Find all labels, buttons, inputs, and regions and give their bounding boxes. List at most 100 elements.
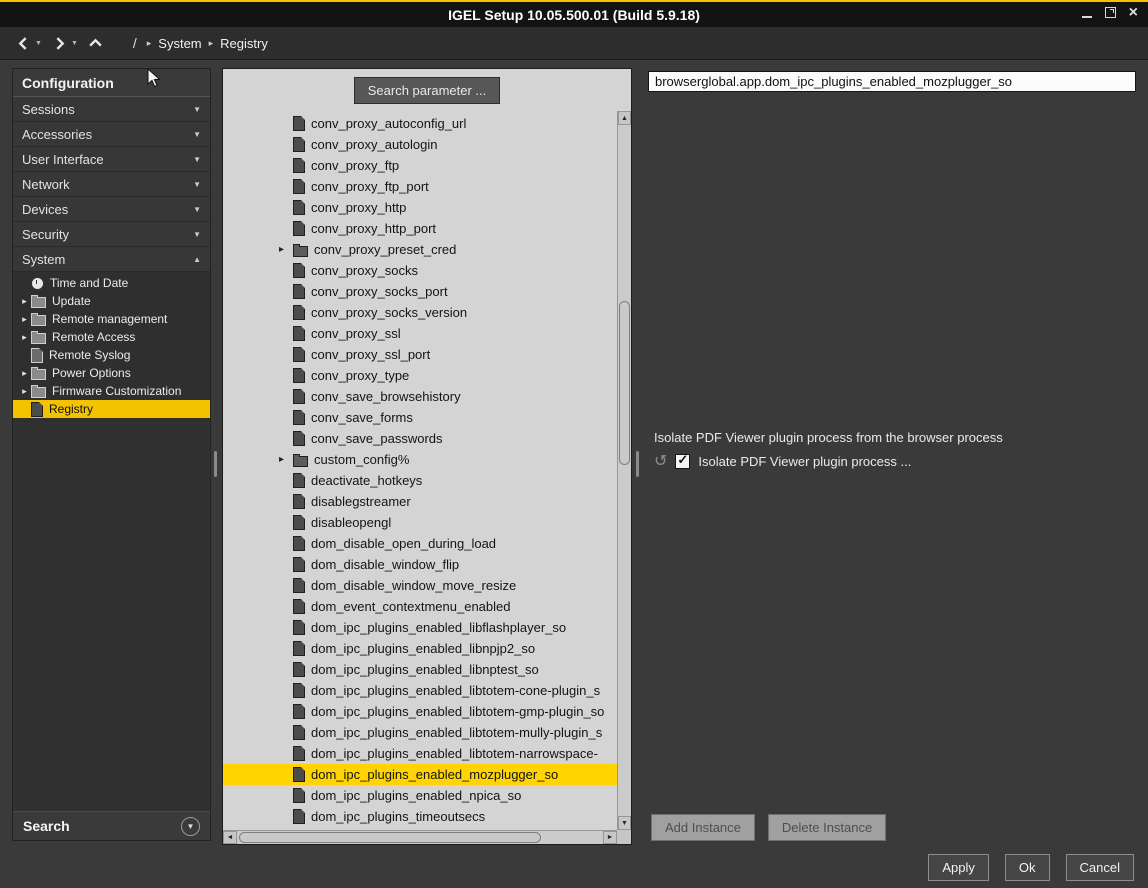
breadcrumb-item-registry[interactable]: Registry — [220, 36, 268, 51]
horizontal-scrollbar[interactable]: ◄ ► — [223, 830, 617, 844]
registry-item-conv-proxy-autoconfig-url[interactable]: conv_proxy_autoconfig_url — [223, 113, 617, 134]
registry-item-conv-proxy-socks-port[interactable]: conv_proxy_socks_port — [223, 281, 617, 302]
system-item-time-and-date[interactable]: Time and Date — [13, 274, 210, 292]
scroll-down-icon[interactable]: ▼ — [618, 816, 631, 830]
breadcrumb-item-system[interactable]: System — [158, 36, 201, 51]
registry-item-dom-ipc-plugins-enabled-libtotem-narrowspace[interactable]: dom_ipc_plugins_enabled_libtotem-narrows… — [223, 743, 617, 764]
registry-item-conv-proxy-http-port[interactable]: conv_proxy_http_port — [223, 218, 617, 239]
tree-item-label: conv_save_forms — [311, 410, 413, 425]
ok-button[interactable]: Ok — [1005, 854, 1050, 881]
registry-item-conv-save-passwords[interactable]: conv_save_passwords — [223, 428, 617, 449]
reset-to-default-icon[interactable]: ↺ — [654, 455, 667, 469]
chevron-down-icon: ▼ — [187, 822, 195, 831]
sidebar-item-devices[interactable]: Devices▼ — [13, 197, 210, 222]
registry-item-dom-ipc-plugins-timeoutsecs[interactable]: dom_ipc_plugins_timeoutsecs — [223, 806, 617, 827]
chevron-down-icon: ▼ — [193, 180, 201, 189]
system-item-firmware-customization[interactable]: ▸Firmware Customization — [13, 382, 210, 400]
minimize-icon[interactable] — [1082, 7, 1092, 18]
system-item-remote-syslog[interactable]: Remote Syslog — [13, 346, 210, 364]
sidebar-item-security[interactable]: Security▼ — [13, 222, 210, 247]
system-item-remote-access[interactable]: ▸Remote Access — [13, 328, 210, 346]
add-instance-button[interactable]: Add Instance — [651, 814, 755, 841]
splitter-handle[interactable] — [214, 451, 217, 477]
search-expand-button[interactable]: ▼ — [181, 817, 200, 836]
cancel-button[interactable]: Cancel — [1066, 854, 1134, 881]
restore-icon[interactable] — [1105, 7, 1116, 18]
vertical-scroll-thumb[interactable] — [619, 301, 630, 465]
registry-item-disableopengl[interactable]: disableopengl — [223, 512, 617, 533]
tree-item-label: Update — [52, 294, 91, 308]
registry-item-conv-save-forms[interactable]: conv_save_forms — [223, 407, 617, 428]
back-dropdown-icon[interactable]: ▼ — [35, 40, 42, 47]
registry-item-conv-save-browsehistory[interactable]: conv_save_browsehistory — [223, 386, 617, 407]
expand-arrow-icon[interactable]: ▸ — [18, 314, 31, 325]
registry-item-dom-ipc-plugins-enabled-libnpjp2-so[interactable]: dom_ipc_plugins_enabled_libnpjp2_so — [223, 638, 617, 659]
apply-button[interactable]: Apply — [928, 854, 989, 881]
back-button[interactable] — [16, 36, 31, 51]
registry-item-dom-ipc-plugins-enabled-libtotem-gmp-plugin-so[interactable]: dom_ipc_plugins_enabled_libtotem-gmp-plu… — [223, 701, 617, 722]
scroll-left-icon[interactable]: ◄ — [223, 831, 237, 844]
sidebar-splitter[interactable] — [212, 68, 220, 845]
sidebar-item-network[interactable]: Network▼ — [13, 172, 210, 197]
sidebar-item-accessories[interactable]: Accessories▼ — [13, 122, 210, 147]
scroll-up-icon[interactable]: ▲ — [618, 111, 631, 125]
expand-arrow-icon[interactable]: ▸ — [18, 296, 31, 307]
sidebar-item-system[interactable]: System▲ — [13, 247, 210, 272]
expand-arrow-icon[interactable]: ▸ — [279, 454, 293, 465]
scroll-right-icon[interactable]: ► — [603, 831, 617, 844]
close-icon[interactable]: × — [1129, 8, 1138, 18]
search-parameter-button[interactable]: Search parameter ... — [354, 77, 501, 104]
registry-item-dom-ipc-plugins-enabled-libflashplayer-so[interactable]: dom_ipc_plugins_enabled_libflashplayer_s… — [223, 617, 617, 638]
registry-item-conv-proxy-type[interactable]: conv_proxy_type — [223, 365, 617, 386]
tree-item-label: conv_proxy_type — [311, 368, 409, 383]
search-section-header[interactable]: Search ▼ — [13, 811, 210, 840]
registry-item-deactivate-hotkeys[interactable]: deactivate_hotkeys — [223, 470, 617, 491]
horizontal-scroll-thumb[interactable] — [239, 832, 541, 843]
isolate-checkbox[interactable] — [675, 454, 690, 469]
system-item-update[interactable]: ▸ Update — [13, 292, 210, 310]
tree-item-label: conv_proxy_socks_version — [311, 305, 467, 320]
registry-item-conv-proxy-http[interactable]: conv_proxy_http — [223, 197, 617, 218]
registry-item-dom-ipc-plugins-enabled-libtotem-mully-plugin-s[interactable]: dom_ipc_plugins_enabled_libtotem-mully-p… — [223, 722, 617, 743]
sidebar-item-user-interface[interactable]: User Interface▼ — [13, 147, 210, 172]
registry-item-dom-ipc-plugins-enabled-libtotem-cone-plugin-s[interactable]: dom_ipc_plugins_enabled_libtotem-cone-pl… — [223, 680, 617, 701]
registry-item-disablegstreamer[interactable]: disablegstreamer — [223, 491, 617, 512]
registry-item-dom-event-contextmenu-enabled[interactable]: dom_event_contextmenu_enabled — [223, 596, 617, 617]
forward-dropdown-icon[interactable]: ▼ — [71, 40, 78, 47]
expand-arrow-icon[interactable]: ▸ — [18, 332, 31, 343]
dialog-buttons: Apply Ok Cancel — [928, 854, 1134, 881]
system-item-registry[interactable]: Registry — [13, 400, 210, 418]
file-icon — [293, 389, 305, 404]
registry-item-dom-disable-window-move-resize[interactable]: dom_disable_window_move_resize — [223, 575, 617, 596]
registry-item-conv-proxy-ssl-port[interactable]: conv_proxy_ssl_port — [223, 344, 617, 365]
registry-item-conv-proxy-preset-cred[interactable]: ▸conv_proxy_preset_cred — [223, 239, 617, 260]
registry-item-conv-proxy-autologin[interactable]: conv_proxy_autologin — [223, 134, 617, 155]
registry-item-dom-ipc-plugins-enabled-libnptest-so[interactable]: dom_ipc_plugins_enabled_libnptest_so — [223, 659, 617, 680]
chevron-down-icon: ▼ — [193, 205, 201, 214]
up-button[interactable] — [88, 36, 103, 51]
vertical-scrollbar[interactable]: ▲ ▼ — [617, 111, 631, 830]
registry-item-conv-proxy-ssl[interactable]: conv_proxy_ssl — [223, 323, 617, 344]
expand-arrow-icon[interactable]: ▸ — [18, 368, 31, 379]
registry-item-custom-config[interactable]: ▸custom_config% — [223, 449, 617, 470]
folder-icon — [31, 387, 46, 398]
registry-item-conv-proxy-ftp[interactable]: conv_proxy_ftp — [223, 155, 617, 176]
registry-item-dom-ipc-plugins-enabled-mozplugger-so[interactable]: dom_ipc_plugins_enabled_mozplugger_so — [223, 764, 617, 785]
parameter-path-field[interactable] — [648, 71, 1136, 92]
system-item-power-options[interactable]: ▸Power Options — [13, 364, 210, 382]
forward-button[interactable] — [52, 36, 67, 51]
system-item-remote-management[interactable]: ▸Remote management — [13, 310, 210, 328]
expand-arrow-icon[interactable]: ▸ — [279, 244, 293, 255]
sidebar-item-sessions[interactable]: Sessions▼ — [13, 97, 210, 122]
registry-item-conv-proxy-socks[interactable]: conv_proxy_socks — [223, 260, 617, 281]
splitter-handle[interactable] — [636, 451, 639, 477]
delete-instance-button[interactable]: Delete Instance — [768, 814, 886, 841]
registry-item-dom-disable-window-flip[interactable]: dom_disable_window_flip — [223, 554, 617, 575]
tree-item-label: disablegstreamer — [311, 494, 411, 509]
expand-arrow-icon[interactable]: ▸ — [18, 386, 31, 397]
registry-item-conv-proxy-socks-version[interactable]: conv_proxy_socks_version — [223, 302, 617, 323]
registry-item-conv-proxy-ftp-port[interactable]: conv_proxy_ftp_port — [223, 176, 617, 197]
registry-item-dom-ipc-plugins-enabled-npica-so[interactable]: dom_ipc_plugins_enabled_npica_so — [223, 785, 617, 806]
registry-item-dom-disable-open-during-load[interactable]: dom_disable_open_during_load — [223, 533, 617, 554]
panel-splitter[interactable] — [634, 68, 642, 845]
